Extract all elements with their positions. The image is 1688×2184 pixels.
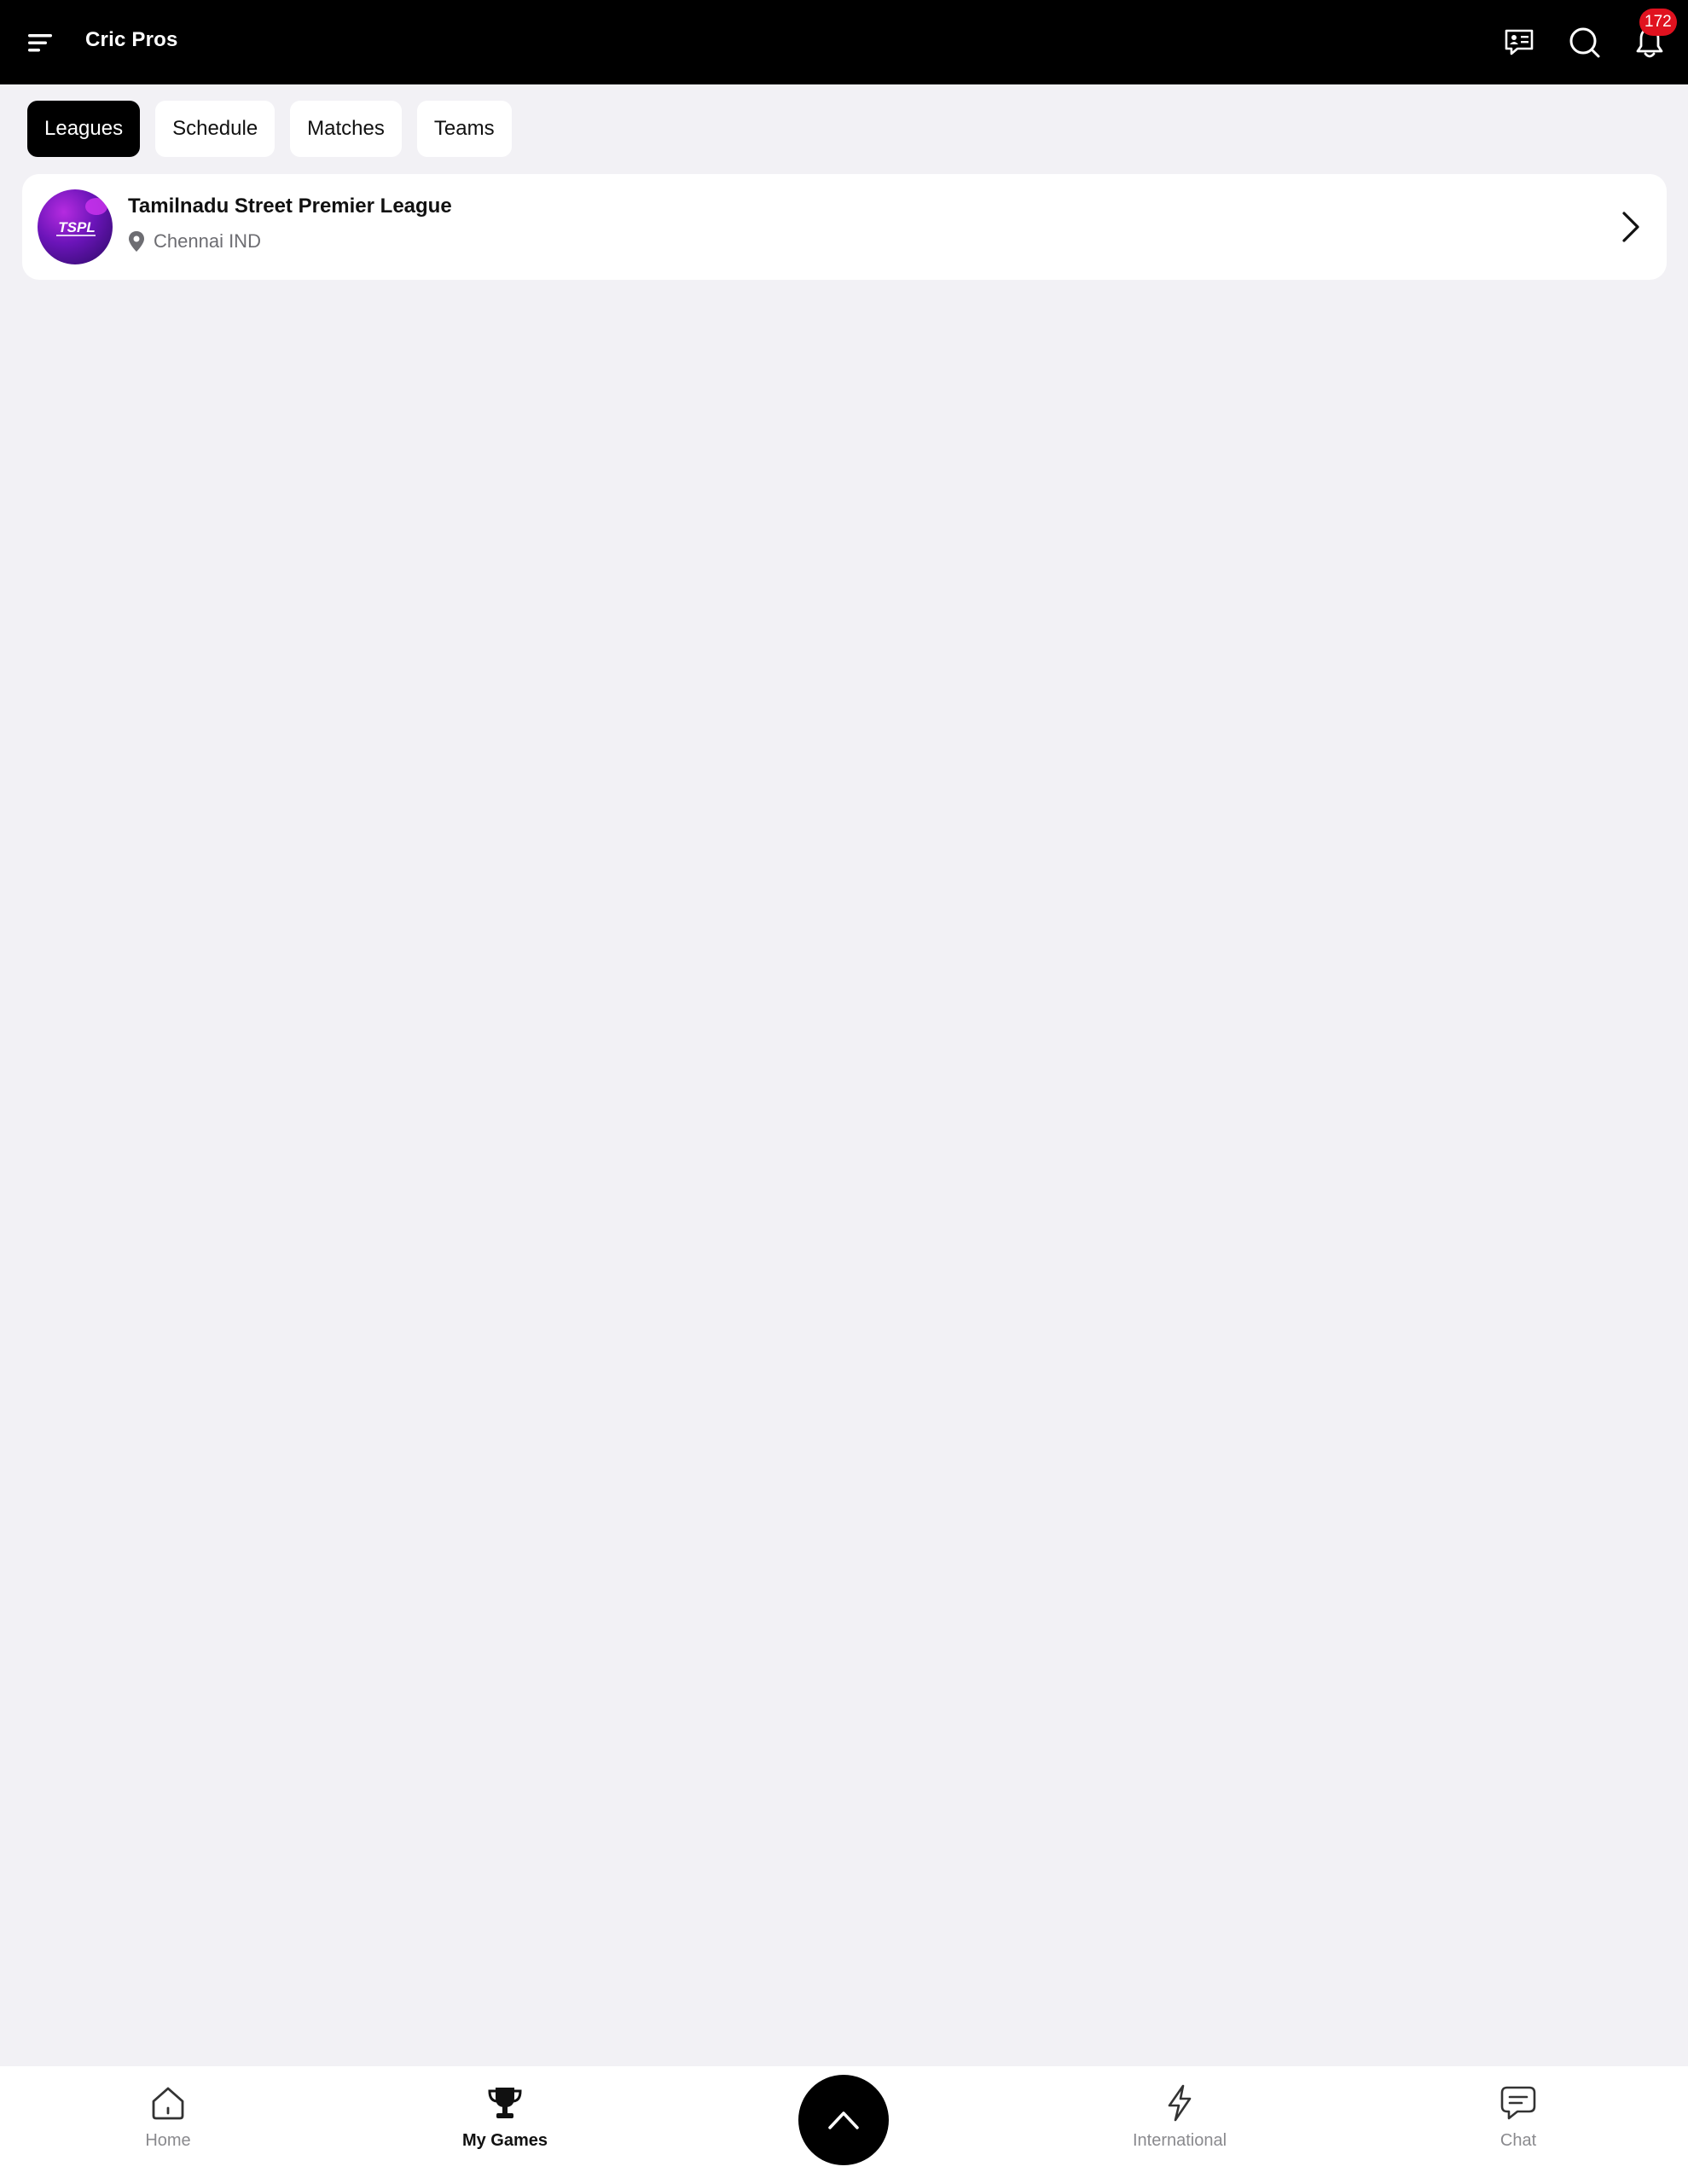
search-button[interactable] — [1566, 24, 1604, 61]
scroll-top-button[interactable] — [798, 2075, 889, 2165]
league-logo: TSPL — [38, 189, 113, 264]
nav-home[interactable]: Home — [83, 2083, 253, 2169]
nav-my-games-label: My Games — [461, 2131, 548, 2150]
tab-leagues[interactable]: Leagues — [27, 101, 141, 157]
nav-chat-label: Chat — [1499, 2131, 1537, 2150]
menu-button[interactable] — [24, 26, 58, 60]
chevron-right-icon — [1622, 212, 1639, 242]
news-icon — [1505, 29, 1534, 55]
league-open-button[interactable] — [1614, 210, 1648, 244]
nav-international-label: International — [1132, 2131, 1227, 2150]
league-logo-graphic: TSPL — [56, 219, 96, 236]
nav-international[interactable]: International — [1094, 2083, 1265, 2169]
nav-my-games[interactable]: My Games — [420, 2083, 590, 2169]
menu-icon — [28, 34, 52, 52]
news-button[interactable] — [1500, 24, 1538, 61]
league-card[interactable]: TSPL Tamilnadu Street Premier League Che… — [22, 174, 1667, 280]
home-icon — [152, 2087, 184, 2120]
league-location: Chennai IND — [128, 230, 261, 253]
location-pin-icon — [129, 231, 144, 252]
top-bar: Cric Pros 172 — [0, 0, 1688, 84]
league-name: Tamilnadu Street Premier League — [128, 195, 452, 218]
chevron-up-icon — [828, 2111, 859, 2129]
league-logo-text: TSPL — [58, 219, 95, 235]
section-tabs: Leagues Schedule Matches Teams — [27, 101, 512, 157]
tab-teams[interactable]: Teams — [416, 101, 512, 157]
notification-badge: 172 — [1639, 9, 1677, 36]
chat-icon — [1500, 2086, 1536, 2120]
tab-schedule[interactable]: Schedule — [155, 101, 276, 157]
league-location-text: Chennai IND — [154, 230, 261, 252]
nav-home-label: Home — [145, 2131, 191, 2150]
app-title: Cric Pros — [85, 28, 178, 51]
search-icon — [1569, 27, 1600, 58]
tab-matches[interactable]: Matches — [290, 101, 402, 157]
lightning-icon — [1168, 2084, 1192, 2122]
nav-chat[interactable]: Chat — [1433, 2083, 1604, 2169]
app-root: Cric Pros 172 Leagues Schedule Matches T… — [0, 0, 1688, 2184]
trophy-icon — [488, 2088, 522, 2118]
